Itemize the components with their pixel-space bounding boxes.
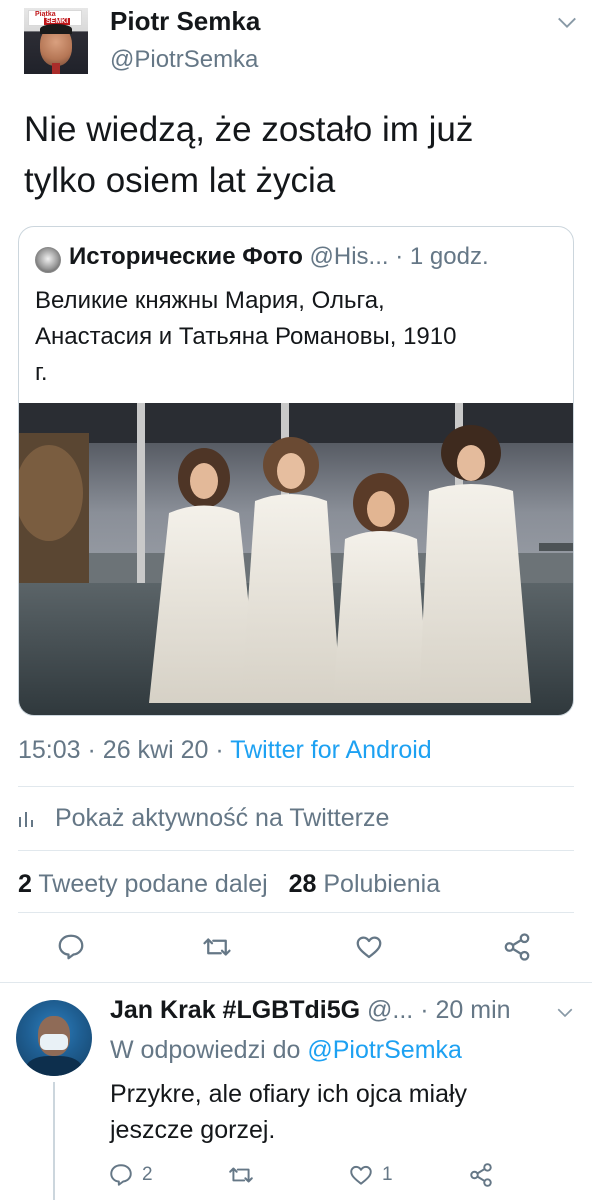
divider [18, 786, 574, 787]
tweet-date: 26 kwi 20 [102, 736, 209, 764]
likes-label: Polubienia [323, 870, 441, 898]
likes-count: 28 [288, 870, 317, 898]
quoted-photo[interactable] [19, 403, 574, 716]
reply-to-mention[interactable]: @PiotrSemka [307, 1036, 462, 1064]
quoted-avatar [35, 247, 61, 273]
quoted-author-name: Исторические Фото [69, 243, 303, 270]
tweet-text: Nie wiedzą, że zostało im już tylko osie… [24, 104, 572, 206]
avatar-tie [52, 63, 60, 74]
quoted-header: Исторические Фото @His... · 1 godz. [69, 243, 489, 271]
reply-retweet-button[interactable] [228, 1162, 254, 1190]
activity-link[interactable]: Pokaż aktywność na Twitterze [18, 804, 389, 833]
reply-share-button[interactable] [468, 1162, 494, 1190]
reply-reply-button[interactable]: 2 [108, 1162, 153, 1190]
quoted-text: Великие княжны Мария, Ольга, Анастасия и… [35, 283, 565, 391]
likes-stat[interactable]: 28 Polubienia [289, 870, 441, 898]
quoted-text-line: Великие княжны Мария, Ольга, [35, 287, 385, 314]
retweets-label: Tweety podane dalej [38, 870, 268, 898]
reply-header: Jan Krak #LGBTdi5G @... · 20 min [110, 996, 511, 1025]
quoted-text-line: г. [35, 359, 48, 386]
reply-actions: 2 1 [108, 1160, 578, 1194]
quoted-text-line: Анастасия и Татьяна Романовы, 1910 [35, 323, 457, 350]
reply-author-handle[interactable]: @... [367, 996, 413, 1024]
tweet-source-link[interactable]: Twitter for Android [230, 736, 431, 764]
author-name[interactable]: Piotr Semka [110, 6, 260, 37]
retweets-count: 2 [18, 870, 32, 898]
reply-to-label: W odpowiedzi do [110, 1036, 301, 1064]
avatar-mask [40, 1034, 68, 1050]
share-icon[interactable] [502, 932, 532, 962]
reply-text: Przykre, ale ofiary ich ojca miały jeszc… [110, 1076, 570, 1148]
caret-down-icon[interactable] [556, 1004, 574, 1022]
reply-count: 2 [142, 1164, 153, 1185]
tweet-text-line: tylko osiem lat życia [24, 161, 336, 200]
divider [18, 850, 574, 851]
like-icon[interactable] [354, 932, 384, 962]
separator-dot: · [395, 243, 404, 270]
retweets-stat[interactable]: 2 Tweety podane dalej [18, 870, 268, 898]
tweet-time: 15:03 [18, 736, 81, 764]
author-handle[interactable]: @PiotrSemka [110, 46, 258, 74]
avatar-hair [40, 24, 72, 34]
caret-down-icon[interactable] [556, 12, 578, 34]
separator-dot: · [215, 736, 224, 764]
activity-label: Pokaż aktywność na Twitterze [54, 804, 390, 832]
reply-icon[interactable] [56, 932, 86, 962]
thread-line [53, 1082, 55, 1200]
retweet-icon [229, 1167, 253, 1183]
tweet-stats: 2 Tweety podane dalej 28 Polubienia [18, 870, 440, 899]
reply-time: 20 min [435, 996, 511, 1024]
thread-separator [0, 982, 592, 983]
share-icon [470, 1163, 492, 1187]
tweet-meta: 15:03 · 26 kwi 20 · Twitter for Android [18, 736, 432, 765]
quoted-author-handle: @His... [309, 243, 389, 270]
like-count: 1 [382, 1164, 393, 1185]
divider [18, 912, 574, 913]
reply-to-line: W odpowiedzi do @PiotrSemka [110, 1036, 462, 1065]
reply-like-button[interactable]: 1 [348, 1162, 393, 1190]
reply-author-name[interactable]: Jan Krak #LGBTdi5G [110, 996, 360, 1024]
reply-icon [110, 1164, 132, 1186]
reply-text-line: jeszcze gorzej. [110, 1116, 276, 1144]
bar-chart-icon [19, 812, 33, 827]
quoted-time: 1 godz. [409, 243, 489, 270]
retweet-icon[interactable] [202, 932, 232, 962]
like-icon [350, 1165, 372, 1185]
quoted-tweet-card[interactable]: Исторические Фото @His... · 1 godz. Вели… [18, 226, 574, 716]
avatar-body [26, 1056, 82, 1076]
separator-dot: · [420, 996, 429, 1024]
reply-text-line: Przykre, ale ofiary ich ojca miały [110, 1080, 468, 1108]
tweet-actions [18, 926, 574, 970]
separator-dot: · [87, 736, 96, 764]
tweet-text-line: Nie wiedzą, że zostało im już [24, 110, 474, 149]
reply-author-avatar[interactable] [16, 1000, 92, 1076]
tweet-header: Piątka SEMKI Piotr Semka @PiotrSemka [0, 0, 592, 90]
author-avatar[interactable]: Piątka SEMKI [24, 8, 88, 74]
